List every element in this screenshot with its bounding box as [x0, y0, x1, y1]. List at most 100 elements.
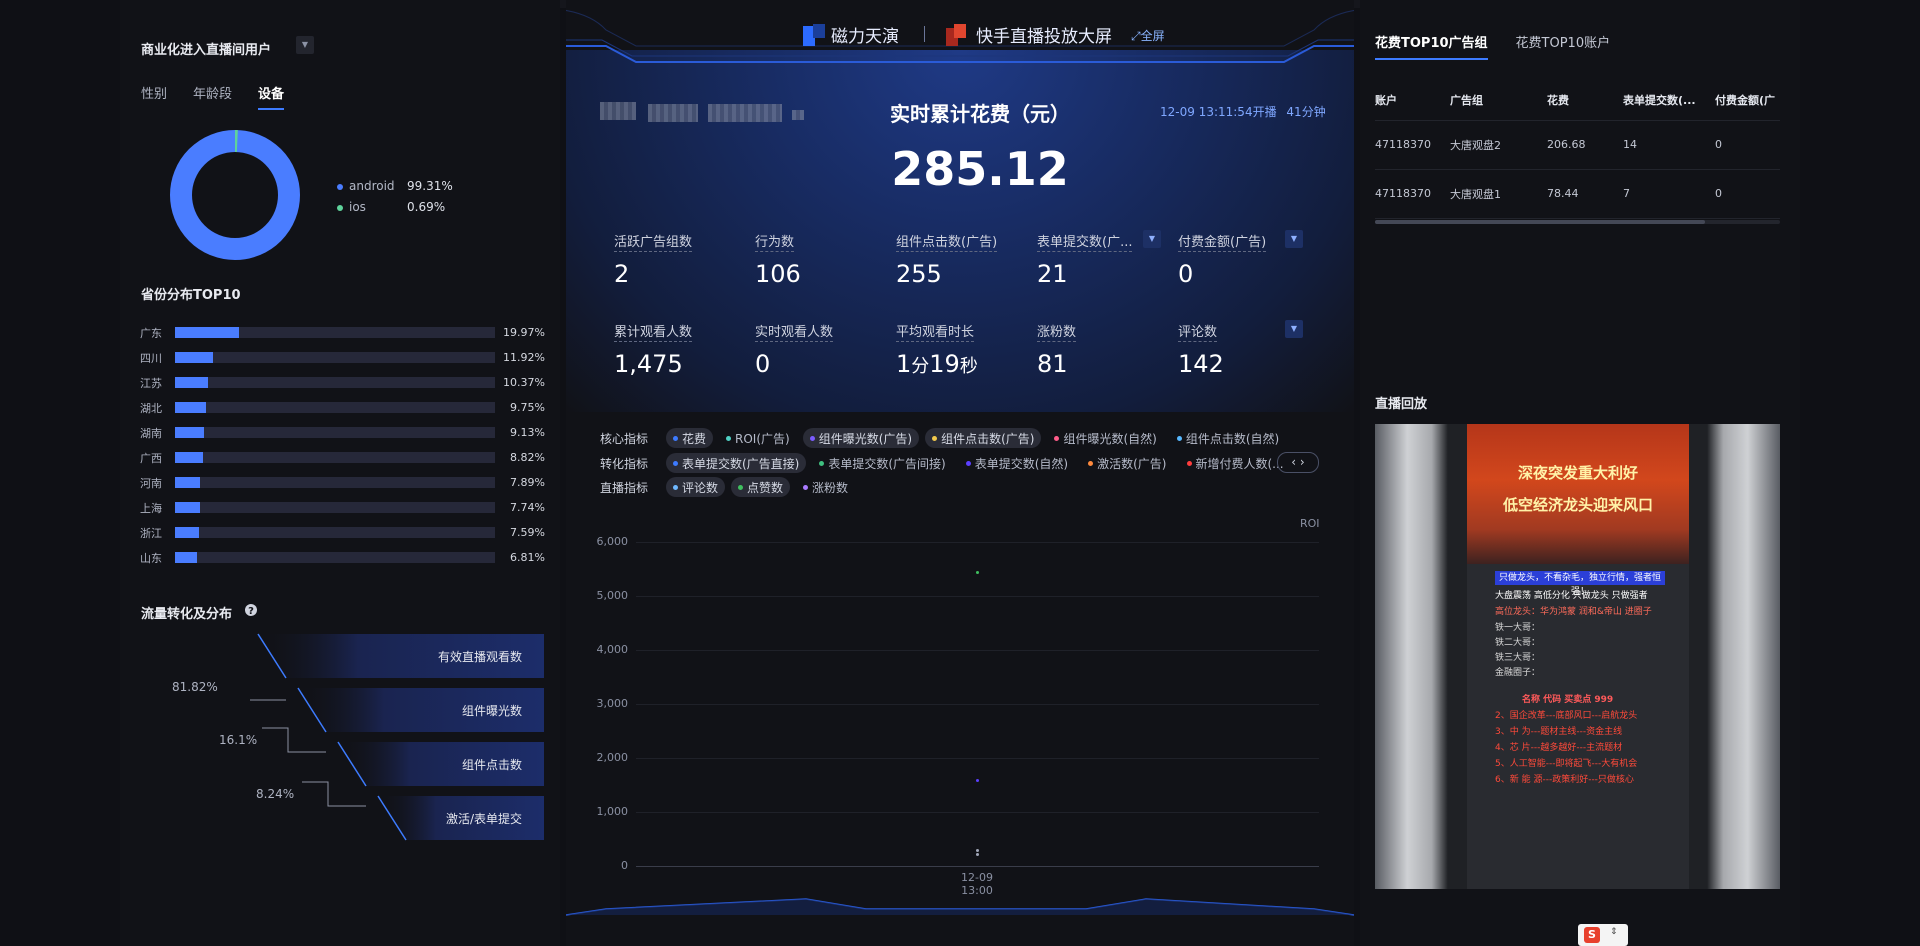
funnel-title: 流量转化及分布 [141, 607, 233, 622]
chart-gridline [636, 866, 1319, 867]
chart-data-point[interactable] [976, 570, 979, 574]
province-row[interactable]: 浙江 7.59% [140, 520, 545, 545]
table-row[interactable]: 47118370 大唐观盘2 206.68 14 0 [1375, 120, 1780, 170]
metric-label: 涨粉数 [1037, 321, 1077, 342]
funnel-step-4[interactable]: 激活/表单提交 [404, 796, 544, 840]
metric-dropdown-icon[interactable]: ▼ [1143, 230, 1161, 248]
indicator-chip[interactable]: 评论数 [666, 477, 726, 497]
metric-comments[interactable]: 评论数 142 [1178, 321, 1224, 378]
donut-android-slice[interactable] [170, 130, 300, 260]
audience-dropdown-icon[interactable]: ▼ [296, 36, 314, 54]
indicator-chip[interactable]: 表单提交数(自然) [959, 453, 1075, 473]
indicator-chip[interactable]: 组件曝光数(自然) [1047, 428, 1163, 448]
replay-video-frame[interactable]: 深夜突发重大利好 低空经济龙头迎来风口 只做龙头，不看杂毛，独立行情，强者恒强！… [1467, 424, 1689, 889]
indicator-chip[interactable]: 点赞数 [731, 477, 791, 497]
indicator-chip[interactable]: 组件点击数(自然) [1170, 428, 1286, 448]
poster-subline: 只做龙头，不看杂毛，独立行情，强者恒强！ [1495, 571, 1665, 597]
province-row[interactable]: 上海 7.74% [140, 495, 545, 520]
funnel-step-3[interactable]: 组件点击数 [364, 742, 544, 786]
metric-form-submits[interactable]: 表单提交数(广... 21 [1037, 231, 1133, 288]
help-icon[interactable]: ? [244, 603, 258, 617]
indicator-chip[interactable]: 组件曝光数(广告) [802, 428, 920, 448]
indicator-nav-buttons[interactable]: ‹ › [1277, 452, 1319, 473]
tab-top10-ad-groups[interactable]: 花费TOP10广告组 [1375, 32, 1488, 60]
legend-item-ios[interactable]: ios 0.69% [337, 197, 453, 218]
chip-label: 组件曝光数(广告) [818, 431, 913, 446]
province-bar-track [175, 527, 495, 538]
indicator-chip[interactable]: 花费 [666, 428, 714, 448]
indicator-chip[interactable]: 表单提交数(广告直接) [666, 453, 807, 473]
funnel-step-2[interactable]: 组件曝光数 [324, 688, 544, 732]
metric-dropdown-icon[interactable]: ▼ [1285, 230, 1303, 248]
funnel-step-1[interactable]: 有效直播观看数 [284, 634, 544, 678]
metric-label: 评论数 [1178, 321, 1218, 342]
metric-total-viewers[interactable]: 累计观看人数 1,475 [614, 321, 693, 378]
metric-live-viewers[interactable]: 实时观看人数 0 [755, 321, 834, 378]
kuaishou-logo-icon [946, 24, 966, 46]
indicator-chip[interactable]: 激活数(广告) [1081, 453, 1173, 473]
chip-label: 表单提交数(广告间接) [828, 456, 946, 471]
table-row[interactable]: 47118370 大唐观盘1 78.44 7 0 [1375, 169, 1780, 219]
chip-dot-icon [809, 435, 815, 441]
province-name: 广西 [140, 451, 162, 465]
legend-item-android[interactable]: android 99.31% [337, 176, 453, 197]
chip-label: ROI(广告) [735, 431, 790, 446]
cell-pay-amount: 0 [1715, 120, 1780, 170]
metric-new-fans[interactable]: 涨粉数 81 [1037, 321, 1077, 378]
chip-label: 评论数 [682, 480, 719, 495]
province-name: 河南 [140, 476, 162, 490]
province-row[interactable]: 四川 11.92% [140, 345, 545, 370]
metric-label: 组件点击数(广告) [896, 231, 998, 252]
metric-avg-watch-time[interactable]: 平均观看时长 1分19秒 [896, 321, 978, 378]
indicator-chip[interactable]: 新增付费人数(... [1180, 453, 1291, 473]
tab-device[interactable]: 设备 [258, 83, 285, 110]
metric-component-clicks[interactable]: 组件点击数(广告) 255 [896, 231, 998, 288]
province-row[interactable]: 江苏 10.37% [140, 370, 545, 395]
metric-label: 累计观看人数 [614, 321, 693, 342]
poster-line: 4、芯 片---越多越好---主流题材 [1495, 743, 1623, 753]
poster-line: 名称 代码 买卖点 999 [1522, 695, 1614, 705]
fullscreen-button[interactable]: ⤢全屏 [1131, 27, 1165, 44]
province-row[interactable]: 山东 6.81% [140, 545, 545, 570]
metric-active-ad-groups[interactable]: 活跃广告组数 2 [614, 231, 693, 288]
column-header[interactable]: 账户 [1375, 80, 1450, 121]
province-bar-fill [175, 427, 205, 438]
poster-line: 金融圈子： [1495, 668, 1541, 678]
province-bar-track [175, 327, 495, 338]
chip-label: 点赞数 [747, 480, 784, 495]
table-horizontal-scrollbar[interactable] [1375, 220, 1705, 224]
province-row[interactable]: 湖北 9.75% [140, 395, 545, 420]
conversion-rate-1: 81.82% [172, 680, 218, 694]
column-header[interactable]: 付费金额(广 [1715, 80, 1780, 121]
indicator-chip[interactable]: 表单提交数(广告间接) [812, 453, 952, 473]
poster-headline-2: 低空经济龙头迎来风口 [1502, 496, 1653, 514]
indicator-caption: 核心指标 [600, 431, 649, 446]
metric-value: 142 [1178, 350, 1224, 378]
column-header[interactable]: 表单提交数(... [1623, 80, 1715, 121]
chart-data-point[interactable] [976, 778, 979, 782]
province-row[interactable]: 广西 8.82% [140, 445, 545, 470]
top10-table: 账户 广告组 花费 表单提交数(... 付费金额(广 47118370 大唐观盘… [1375, 80, 1780, 219]
tab-top10-accounts[interactable]: 花费TOP10账户 [1516, 32, 1611, 60]
indicator-chip[interactable]: 组件点击数(广告) [925, 428, 1042, 448]
tab-age[interactable]: 年龄段 [193, 83, 232, 110]
indicator-chip[interactable]: ROI(广告) [719, 428, 797, 448]
cell-form-submits: 14 [1623, 120, 1715, 170]
y-tick-label: 6,000 [596, 535, 629, 548]
input-method-widget[interactable]: S ⇕ [1578, 924, 1628, 946]
metric-value: 106 [755, 260, 801, 288]
metric-pay-amount[interactable]: 付费金额(广告) 0 [1178, 231, 1267, 288]
indicator-chip[interactable]: 涨粉数 [796, 477, 855, 497]
province-row[interactable]: 河南 7.89% [140, 470, 545, 495]
metric-actions[interactable]: 行为数 106 [755, 231, 801, 288]
legend-pct: 99.31% [407, 179, 453, 193]
province-row[interactable]: 广东 19.97% [140, 320, 545, 345]
province-row[interactable]: 湖南 9.13% [140, 420, 545, 445]
tab-gender[interactable]: 性别 [141, 83, 167, 110]
metric-dropdown-icon[interactable]: ▼ [1285, 320, 1303, 338]
device-legend: android 99.31% ios 0.69% [337, 176, 453, 218]
chip-label: 花费 [682, 431, 707, 446]
province-bar-fill [175, 527, 200, 538]
column-header[interactable]: 广告组 [1450, 80, 1547, 121]
column-header[interactable]: 花费 [1547, 80, 1623, 121]
